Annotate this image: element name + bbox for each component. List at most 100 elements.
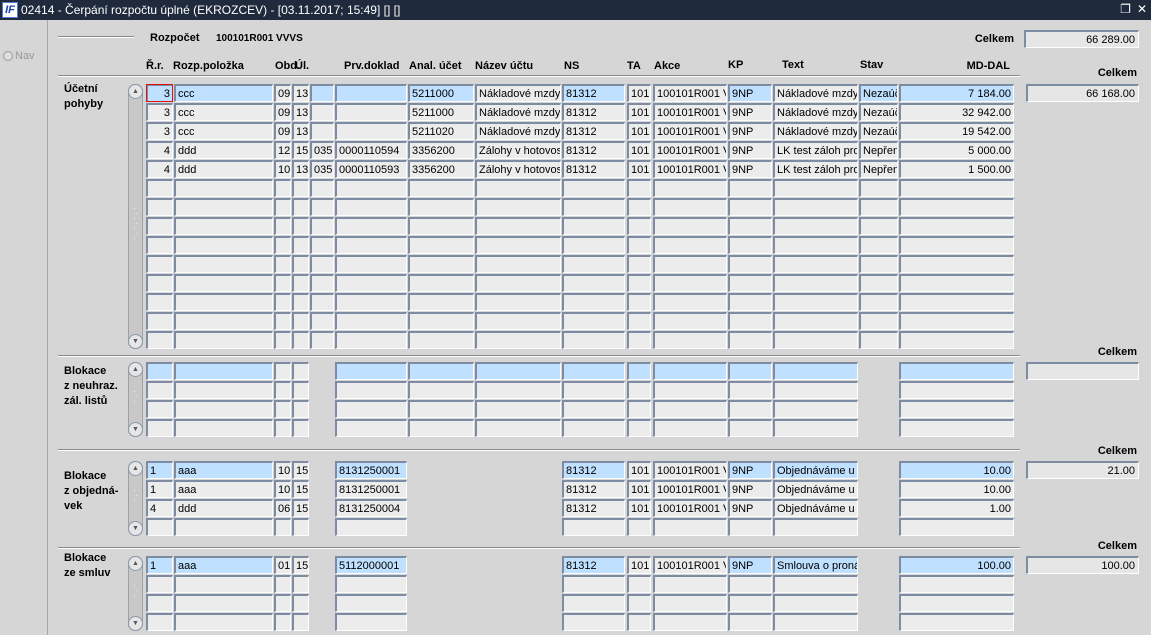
close-icon[interactable]: ✕ — [1137, 2, 1147, 16]
cell-kp[interactable] — [728, 293, 772, 311]
cell-obd[interactable]: 06 — [274, 499, 291, 517]
cell-ul[interactable] — [292, 381, 309, 399]
cell-rozp[interactable] — [174, 293, 273, 311]
cell-text[interactable]: LK test záloh pro — [773, 141, 858, 159]
scroll-up-icon[interactable]: ▲ — [128, 461, 143, 476]
cell-anal[interactable]: 5211000 — [408, 103, 474, 121]
cell-ex[interactable] — [310, 293, 334, 311]
cell-stav[interactable]: Nepřen. — [859, 141, 898, 159]
cell-rozp[interactable] — [174, 236, 273, 254]
cell-kp[interactable] — [728, 179, 772, 197]
cell-rozp[interactable] — [174, 419, 273, 437]
cell-rozp[interactable] — [174, 274, 273, 292]
cell-ul[interactable]: 15 — [292, 556, 309, 574]
cell-prv[interactable] — [335, 217, 407, 235]
cell-ul[interactable]: 13 — [292, 84, 309, 102]
cell-obd[interactable] — [274, 400, 291, 418]
cell-anal[interactable]: 3356200 — [408, 141, 474, 159]
scrollbar[interactable]: ▲ ▼ · · · — [128, 362, 143, 437]
cell-ex[interactable] — [310, 84, 334, 102]
cell-rozp[interactable] — [174, 518, 273, 536]
cell-ul[interactable] — [292, 312, 309, 330]
cell-prv[interactable] — [335, 312, 407, 330]
cell-kp[interactable]: 9NP — [728, 103, 772, 121]
restore-icon[interactable]: ❐ — [1120, 2, 1131, 16]
cell-ta[interactable] — [627, 419, 651, 437]
cell-ns[interactable] — [562, 255, 625, 273]
cell-ul[interactable] — [292, 575, 309, 593]
cell-md[interactable] — [899, 293, 1014, 311]
cell-md[interactable]: 10.00 — [899, 480, 1014, 498]
cell-rozp[interactable]: ccc — [174, 84, 273, 102]
cell-ns[interactable] — [562, 274, 625, 292]
cell-ta[interactable] — [627, 179, 651, 197]
cell-ta[interactable]: 101 — [627, 556, 651, 574]
cell-ta[interactable] — [627, 594, 651, 612]
cell-ns[interactable] — [562, 419, 625, 437]
cell-ta[interactable] — [627, 312, 651, 330]
cell-md[interactable]: 32 942.00 — [899, 103, 1014, 121]
cell-prv[interactable]: 8131250001 — [335, 480, 407, 498]
cell-text[interactable] — [773, 217, 858, 235]
cell-rr[interactable] — [146, 255, 173, 273]
cell-rr[interactable]: 3 — [146, 122, 173, 140]
cell-rozp[interactable]: ddd — [174, 160, 273, 178]
cell-kp[interactable] — [728, 575, 772, 593]
cell-obd[interactable]: 10 — [274, 461, 291, 479]
cell-rr[interactable] — [146, 594, 173, 612]
cell-ns[interactable] — [562, 400, 625, 418]
cell-obd[interactable] — [274, 179, 291, 197]
scrollbar[interactable]: ▲ ▼ · · · · · · · — [128, 84, 143, 349]
cell-ta[interactable] — [627, 518, 651, 536]
cell-ns[interactable]: 81312 — [562, 556, 625, 574]
cell-nazev[interactable] — [475, 419, 561, 437]
cell-anal[interactable]: 3356200 — [408, 160, 474, 178]
cell-akce[interactable] — [653, 362, 727, 380]
cell-text[interactable]: Nákladové mzdy — [773, 103, 858, 121]
scrollbar[interactable]: ▲ ▼ · · · — [128, 461, 143, 536]
cell-akce[interactable] — [653, 575, 727, 593]
scroll-up-icon[interactable]: ▲ — [128, 556, 143, 571]
cell-kp[interactable]: 9NP — [728, 141, 772, 159]
cell-akce[interactable]: 100101R001 VVVS — [653, 480, 727, 498]
cell-akce[interactable]: 100101R001 VVVS — [653, 84, 727, 102]
cell-nazev[interactable]: Nákladové mzdy — [475, 103, 561, 121]
scroll-down-icon[interactable]: ▼ — [128, 422, 143, 437]
cell-text[interactable] — [773, 362, 858, 380]
cell-kp[interactable]: 9NP — [728, 480, 772, 498]
cell-text[interactable]: Smlouva o pronájmu — [773, 556, 858, 574]
scroll-up-icon[interactable]: ▲ — [128, 84, 143, 99]
cell-ul[interactable] — [292, 518, 309, 536]
cell-ta[interactable]: 101 — [627, 499, 651, 517]
cell-rozp[interactable]: ccc — [174, 103, 273, 121]
cell-kp[interactable]: 9NP — [728, 499, 772, 517]
cell-ta[interactable] — [627, 255, 651, 273]
cell-rr[interactable] — [146, 613, 173, 631]
cell-text[interactable] — [773, 274, 858, 292]
cell-rozp[interactable] — [174, 381, 273, 399]
cell-stav[interactable] — [859, 312, 898, 330]
cell-ta[interactable]: 101 — [627, 461, 651, 479]
cell-md[interactable]: 5 000.00 — [899, 141, 1014, 159]
cell-ul[interactable] — [292, 400, 309, 418]
cell-ul[interactable]: 15 — [292, 480, 309, 498]
cell-kp[interactable] — [728, 419, 772, 437]
cell-rr[interactable] — [146, 293, 173, 311]
cell-rr[interactable] — [146, 400, 173, 418]
cell-md[interactable] — [899, 419, 1014, 437]
cell-ex[interactable] — [310, 122, 334, 140]
cell-ex[interactable]: 035 — [310, 160, 334, 178]
cell-akce[interactable]: 100101R001 VVVS — [653, 556, 727, 574]
cell-ul[interactable] — [292, 594, 309, 612]
cell-rr[interactable] — [146, 217, 173, 235]
cell-obd[interactable] — [274, 381, 291, 399]
cell-obd[interactable] — [274, 236, 291, 254]
cell-obd[interactable]: 01 — [274, 556, 291, 574]
cell-rr[interactable] — [146, 236, 173, 254]
cell-ns[interactable]: 81312 — [562, 141, 625, 159]
cell-text[interactable] — [773, 381, 858, 399]
cell-stav[interactable] — [859, 274, 898, 292]
cell-text[interactable] — [773, 293, 858, 311]
cell-anal[interactable]: 5211000 — [408, 84, 474, 102]
cell-nazev[interactable] — [475, 312, 561, 330]
